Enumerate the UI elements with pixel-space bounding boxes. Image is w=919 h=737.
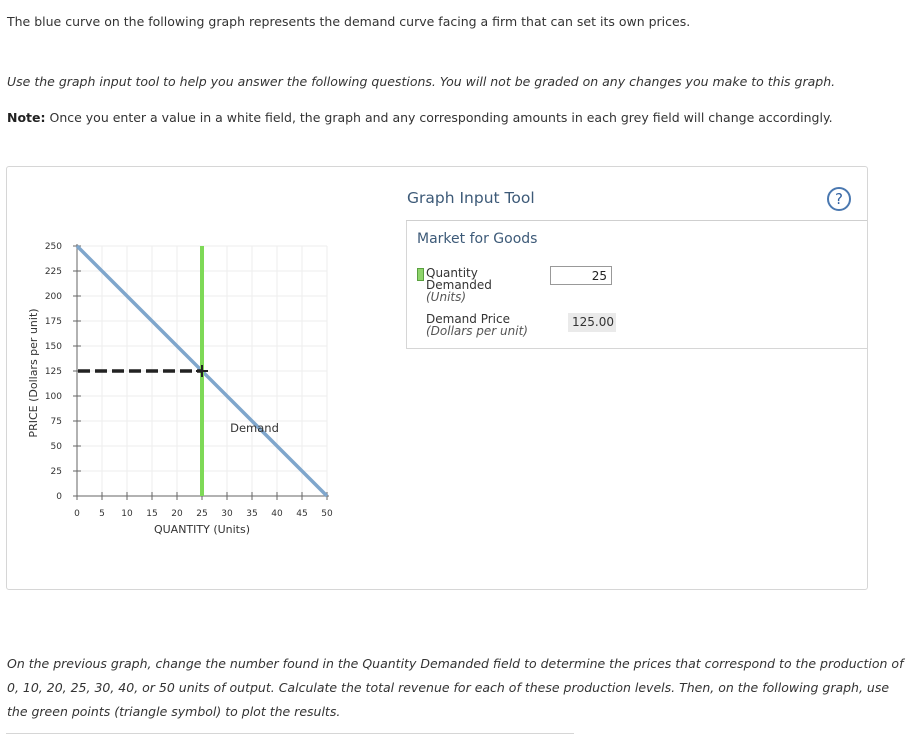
next-panel-edge [6, 733, 574, 734]
y-tick-label: 125 [45, 367, 62, 377]
demand-label: Demand [230, 421, 279, 435]
x-tick-label: 5 [99, 509, 105, 519]
x-tick-label: 10 [121, 509, 133, 519]
y-tick-label: 225 [45, 267, 62, 277]
x-axis-title: QUANTITY (Units) [154, 523, 250, 536]
quantity-swatch-icon [417, 268, 424, 281]
quantity-demanded-input[interactable]: 25 [550, 266, 612, 285]
outro-text: On the previous graph, change the number… [7, 656, 904, 719]
help-icon[interactable]: ? [827, 187, 851, 211]
x-tick-label: 50 [321, 509, 333, 519]
note-label: Note: [7, 110, 46, 125]
graph-input-tool-title: Graph Input Tool [407, 189, 535, 207]
market-box: Market for Goods Quantity Demanded (Unit… [406, 221, 867, 349]
y-tick-label: 100 [45, 392, 62, 402]
quantity-unit: (Units) [426, 290, 467, 304]
y-tick-label: 25 [51, 467, 62, 477]
quantity-demanded-label: Quantity Demanded (Units) [426, 267, 492, 303]
y-axis-title: PRICE (Dollars per unit) [27, 308, 40, 437]
y-tick-label: 50 [51, 442, 63, 452]
intro-text: The blue curve on the following graph re… [7, 14, 691, 29]
x-tick-label: 45 [296, 509, 307, 519]
graph-panel: 0 5 10 15 20 25 30 35 40 45 50 0 25 50 75 100 125 150 175 2… [6, 166, 868, 590]
x-tick-label: 25 [196, 509, 207, 519]
demand-price-label: Demand Price (Dollars per unit) [426, 313, 528, 337]
y-tick-label: 200 [45, 292, 62, 302]
y-tick-label: 75 [51, 417, 62, 427]
y-tick-label: 150 [45, 342, 62, 352]
y-tick-label: 0 [56, 492, 62, 502]
x-tick-label: 15 [146, 509, 157, 519]
price-unit: (Dollars per unit) [426, 324, 528, 338]
y-tick-label: 250 [45, 242, 62, 252]
y-tick-label: 175 [45, 317, 62, 327]
instruction-text: Use the graph input tool to help you ans… [7, 74, 836, 89]
x-tick-label: 0 [74, 509, 80, 519]
x-tick-label: 20 [171, 509, 183, 519]
market-title: Market for Goods [417, 231, 538, 247]
x-tick-label: 35 [246, 509, 257, 519]
demand-price-value: 125.00 [568, 313, 616, 332]
x-tick-label: 30 [221, 509, 233, 519]
note-body: Once you enter a value in a white field,… [45, 110, 833, 125]
note-text: Note: Once you enter a value in a white … [7, 110, 833, 125]
x-tick-label: 40 [271, 509, 283, 519]
demand-chart[interactable]: 0 5 10 15 20 25 30 35 40 45 50 0 25 50 75 100 125 150 175 2… [7, 167, 407, 587]
